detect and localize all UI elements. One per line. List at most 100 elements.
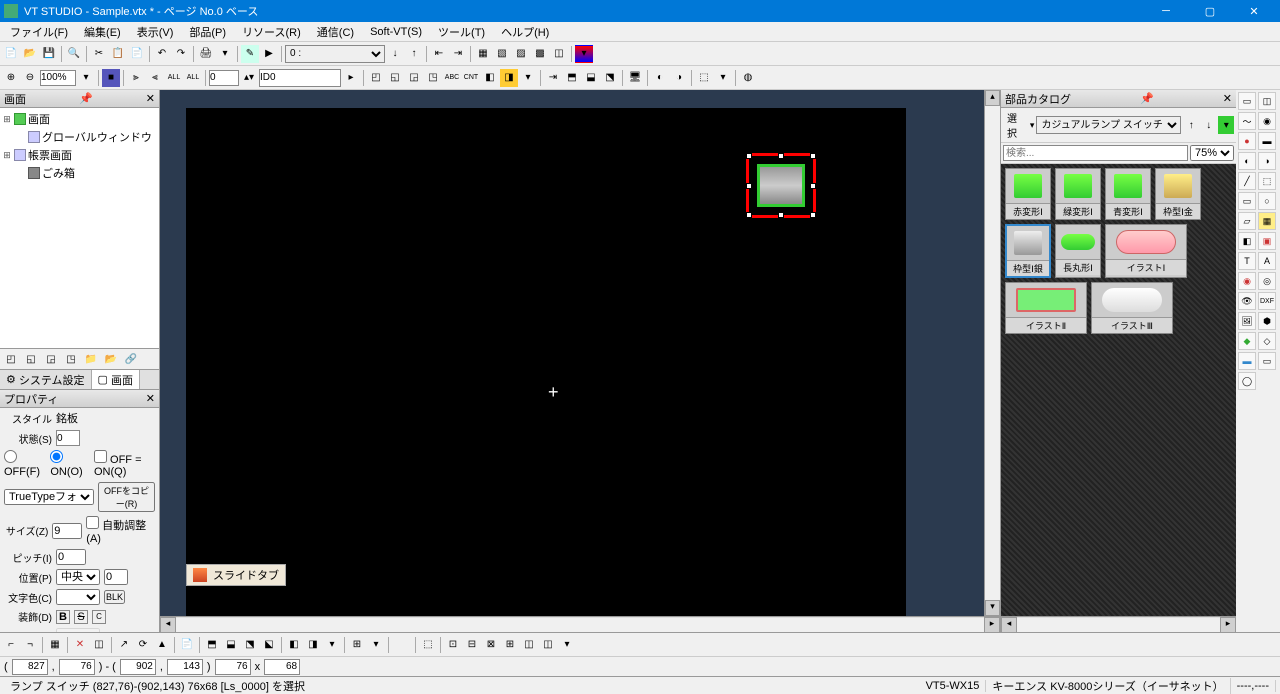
strip-l2-button[interactable]: ⬢ [1258, 312, 1276, 330]
shadow-select[interactable] [56, 628, 100, 632]
play-button[interactable]: ▶ [260, 45, 278, 63]
expand-icon[interactable]: ⊞ [2, 150, 12, 161]
catalog-category-select[interactable]: カジュアルランプ スイッチ [1036, 116, 1181, 134]
strike-button[interactable]: S [74, 610, 88, 624]
catalog-item-pill[interactable]: 長丸形Ⅰ [1055, 224, 1101, 278]
coord-y2-input[interactable] [167, 659, 203, 675]
pos-select[interactable]: 中央 [56, 569, 100, 585]
bt-m-button[interactable]: ⬕ [260, 636, 278, 654]
strip-line-button[interactable]: ╱ [1238, 172, 1256, 190]
coord-h-input[interactable] [264, 659, 300, 675]
menu-file[interactable]: ファイル(F) [2, 22, 76, 42]
resize-handle-n[interactable] [778, 153, 784, 159]
tab-system[interactable]: ⚙ システム設定 [0, 370, 92, 389]
menu-edit[interactable]: 編集(E) [76, 22, 129, 42]
tool-e-button[interactable]: ◫ [550, 45, 568, 63]
tb2-a-button[interactable]: ◰ [367, 69, 385, 87]
coord-x2-input[interactable] [120, 659, 156, 675]
sel-drop-icon[interactable]: ▾ [1030, 120, 1035, 131]
strip-g2-button[interactable]: ▦ [1258, 212, 1276, 230]
copy-off-button[interactable]: OFFをコピー(R) [98, 482, 155, 512]
screen-panel-pin-button[interactable]: 📌 [79, 92, 93, 105]
strip-n2-button[interactable]: ▭ [1258, 352, 1276, 370]
strip-d2-button[interactable]: ◑ [1258, 152, 1276, 170]
catalog-pin-button[interactable]: 📌 [1140, 92, 1154, 105]
catalog-item-blue[interactable]: 青変形Ⅰ [1105, 168, 1151, 220]
tool-b-button[interactable]: ▧ [493, 45, 511, 63]
tb2-j-button[interactable]: ⬒ [563, 69, 581, 87]
bt-a-button[interactable]: ⌐ [2, 636, 20, 654]
open-button[interactable]: 📂 [21, 45, 39, 63]
mid-c-button[interactable]: ◲ [42, 350, 60, 368]
size-input[interactable] [52, 523, 82, 539]
vscroll-up[interactable]: ▴ [985, 90, 1000, 106]
resize-handle-ne[interactable] [810, 153, 816, 159]
all-button[interactable]: ALL [165, 69, 183, 87]
strip-b1-button[interactable]: ～ [1238, 112, 1256, 130]
tb2-p-button[interactable]: ⬚ [695, 69, 713, 87]
auto-adjust-check[interactable]: 自動調整(A) [86, 516, 155, 545]
copy-button[interactable]: 📋 [109, 45, 127, 63]
color-select[interactable] [56, 589, 100, 605]
strip-j2-button[interactable]: ◎ [1258, 272, 1276, 290]
mid-b-button[interactable]: ◱ [22, 350, 40, 368]
menu-help[interactable]: ヘルプ(H) [493, 22, 557, 42]
vscroll-down[interactable]: ▾ [985, 600, 1000, 616]
tb2-n-button[interactable]: ◐ [651, 69, 669, 87]
cat-hscroll-left[interactable]: ◂ [1001, 617, 1017, 633]
hscroll-left[interactable]: ◂ [160, 617, 176, 633]
catalog-item-green[interactable]: 緑変形Ⅰ [1055, 168, 1101, 220]
tb2-f-button[interactable]: CNT [462, 69, 480, 87]
bt-s-button[interactable]: ⊟ [463, 636, 481, 654]
strip-j1-button[interactable]: ◉ [1238, 272, 1256, 290]
tb2-e-button[interactable]: ABC [443, 69, 461, 87]
strip-circle-button[interactable]: ○ [1258, 192, 1276, 210]
catalog-item-gold[interactable]: 枠型Ⅰ金 [1155, 168, 1201, 220]
tree-item-trash[interactable]: ごみ箱 [2, 164, 157, 182]
print-drop-button[interactable]: ▾ [216, 45, 234, 63]
cat-hscroll-right[interactable]: ▸ [1220, 617, 1236, 633]
tb2-h-button[interactable]: ◨ [500, 69, 518, 87]
hscroll-track[interactable] [176, 618, 984, 632]
menu-resource[interactable]: リソース(R) [234, 22, 309, 42]
strip-e2-button[interactable]: ⬚ [1258, 172, 1276, 190]
id-input[interactable] [259, 69, 341, 87]
tb2-q-button[interactable]: ◍ [739, 69, 757, 87]
tool-c-button[interactable]: ▨ [512, 45, 530, 63]
tree-item-screen[interactable]: ⊞ 画面 [2, 110, 157, 128]
edit-mode-button[interactable]: ✎ [241, 45, 259, 63]
tb2-drop-button[interactable]: ▾ [519, 69, 537, 87]
expand-icon[interactable]: ⊞ [2, 114, 12, 125]
cat-hscroll-track[interactable] [1017, 618, 1220, 632]
catalog-item-silver[interactable]: 枠型Ⅰ銀 [1005, 224, 1051, 278]
page-prev-button[interactable]: ⇤ [430, 45, 448, 63]
tb2-m-button[interactable]: 🖥 [626, 69, 644, 87]
strip-m2-button[interactable]: ◇ [1258, 332, 1276, 350]
catalog-color-button[interactable]: ▾ [1218, 116, 1234, 134]
strip-a2-button[interactable]: ◫ [1258, 92, 1276, 110]
canvas-vertical-scrollbar[interactable]: ▴ ▾ [984, 90, 1000, 616]
on-radio[interactable]: ON(O) [50, 450, 86, 478]
bt-u-button[interactable]: ⊞ [501, 636, 519, 654]
tb2-d-button[interactable]: ◳ [424, 69, 442, 87]
bt-e-button[interactable]: ◫ [90, 636, 108, 654]
strip-c2-button[interactable]: ▬ [1258, 132, 1276, 150]
hscroll-right[interactable]: ▸ [984, 617, 1000, 633]
bt-t-button[interactable]: ⊠ [482, 636, 500, 654]
bt-d-button[interactable]: ✕ [71, 636, 89, 654]
menu-softvt[interactable]: Soft-VT(S) [362, 24, 430, 40]
bt-k-button[interactable]: ⬓ [222, 636, 240, 654]
align-left-button[interactable]: ⫸ [127, 69, 145, 87]
strip-c1-button[interactable]: ● [1238, 132, 1256, 150]
bt-drop2-button[interactable]: ▾ [367, 636, 385, 654]
print-button[interactable]: 🖨 [197, 45, 215, 63]
coord-y1-input[interactable] [59, 659, 95, 675]
pitch-input[interactable] [56, 549, 86, 565]
tb2-b-button[interactable]: ◱ [386, 69, 404, 87]
strip-g1-button[interactable]: ▱ [1238, 212, 1256, 230]
off-radio[interactable]: OFF(F) [4, 450, 42, 478]
canvas-scroll[interactable]: + スライドタブ [160, 90, 984, 616]
redo-button[interactable]: ↷ [172, 45, 190, 63]
num-input[interactable] [209, 70, 239, 86]
all2-button[interactable]: ALL [184, 69, 202, 87]
